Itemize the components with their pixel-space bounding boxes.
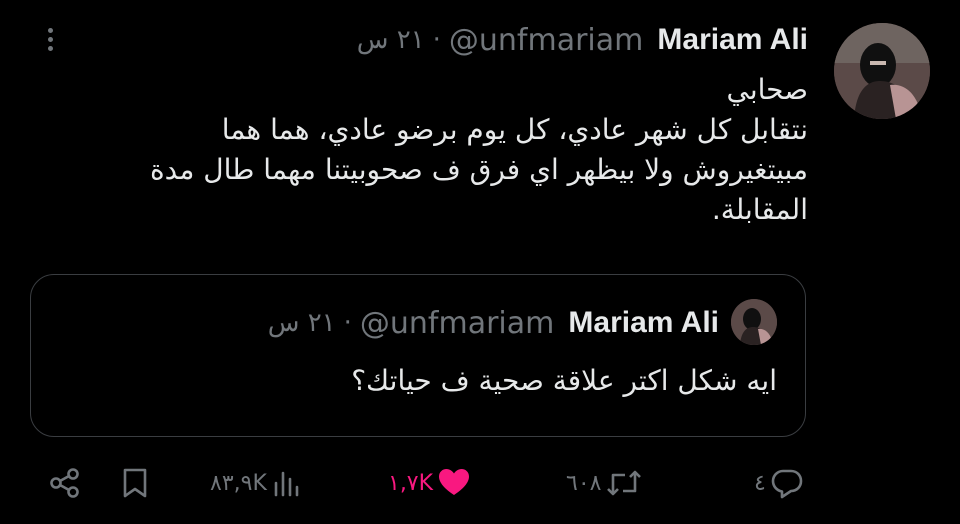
- quoted-text: ايه شكل اكتر علاقة صحية ف حياتك؟: [351, 364, 777, 397]
- views-button[interactable]: ٨٣,٩K: [210, 458, 301, 508]
- avatar-image: [834, 23, 930, 119]
- post[interactable]: ٢١ س · @unfmariam Mariam Ali صحابي نتقاب…: [0, 0, 960, 524]
- avatar-image: [731, 299, 777, 345]
- author-handle[interactable]: @unfmariam: [449, 23, 643, 58]
- post-time[interactable]: ٢١ س: [357, 25, 425, 55]
- bookmark-button[interactable]: [118, 458, 152, 508]
- reposts-count: ٦٠٨: [566, 470, 602, 496]
- heart-icon: [439, 469, 470, 495]
- reply-icon: [771, 469, 803, 499]
- separator-dot: ·: [343, 308, 352, 338]
- views-icon: [274, 471, 299, 497]
- share-icon: [50, 468, 79, 498]
- quoted-time: ٢١ س: [267, 308, 336, 338]
- post-text-line: صحابي: [726, 73, 808, 106]
- share-button[interactable]: [48, 458, 82, 508]
- avatar[interactable]: [834, 23, 930, 119]
- author-name[interactable]: Mariam Ali: [657, 23, 808, 57]
- quoted-author-name: Mariam Ali: [568, 306, 719, 339]
- reply-button[interactable]: ٤: [754, 458, 804, 508]
- post-header: ٢١ س · @unfmariam Mariam Ali: [357, 16, 808, 64]
- likes-count: ١,٧K: [388, 470, 434, 496]
- more-options-button[interactable]: [40, 24, 60, 64]
- quoted-post[interactable]: ٢١ س · @unfmariam Mariam Ali ايه شكل اكت…: [30, 274, 806, 437]
- quoted-header: ٢١ س · @unfmariam Mariam Ali: [268, 301, 719, 345]
- post-text-line: نتقابل كل شهر عادي، كل يوم برضو عادي، هم…: [221, 113, 808, 146]
- quoted-avatar[interactable]: [731, 299, 777, 345]
- like-button[interactable]: ١,٧K: [388, 458, 471, 508]
- repost-button[interactable]: ٦٠٨: [566, 458, 643, 508]
- replies-count: ٤: [754, 470, 766, 496]
- views-count: ٨٣,٩K: [210, 470, 267, 496]
- quoted-handle: @unfmariam: [359, 305, 555, 341]
- post-text: صحابي نتقابل كل شهر عادي، كل يوم برضو عا…: [68, 70, 808, 230]
- action-bar: ٨٣,٩K ١,٧K ٦٠٨ ٤: [0, 458, 960, 508]
- bookmark-icon: [123, 468, 147, 498]
- separator-dot: ·: [432, 25, 441, 55]
- repost-icon: [607, 470, 642, 496]
- post-text-line: مبيتغيروش ولا بيظهر اي فرق ف صحوبيتنا مه…: [149, 153, 808, 186]
- more-icon: [47, 28, 53, 33]
- post-text-line: المقابلة.: [711, 193, 808, 226]
